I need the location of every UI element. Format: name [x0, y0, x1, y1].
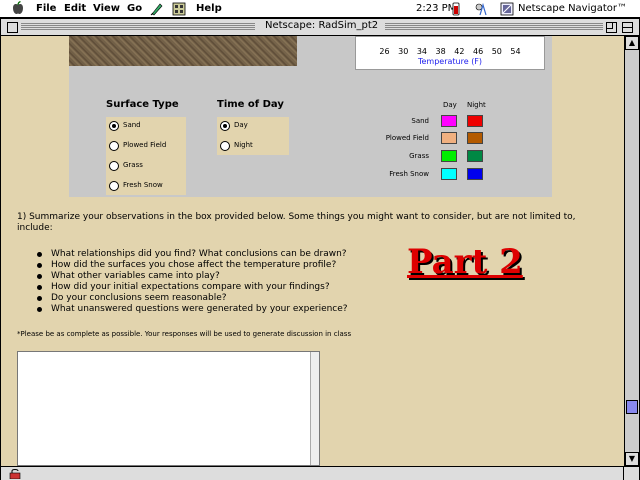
legend-label-grass: Grass: [409, 152, 429, 160]
app-switcher-label[interactable]: Netscape Navigator™: [518, 3, 627, 14]
list-item: Do your conclusions seem reasonable?: [37, 293, 348, 304]
radio-label: Grass: [123, 161, 143, 169]
list-item: What relationships did you find? What co…: [37, 249, 348, 260]
surface-type-title: Surface Type: [106, 99, 179, 110]
time-of-day-options: Day Night: [217, 117, 289, 155]
radio-label: Night: [234, 141, 253, 149]
page-content: 26 30 34 38 42 46 50 54 Temperature (F) …: [1, 36, 624, 466]
legend-swatch-fresh-snow-night: [467, 168, 483, 180]
radio-label: Fresh Snow: [123, 181, 163, 189]
radio-label: Sand: [123, 121, 141, 129]
legend-day-header: Day: [443, 101, 457, 109]
vertical-scrollbar[interactable]: ▲ ▼: [624, 36, 639, 466]
resize-grow-box[interactable]: [623, 467, 639, 480]
legend-swatch-grass-day: [441, 150, 457, 162]
menu-clock[interactable]: 2:23 PM: [416, 3, 456, 14]
legend-swatch-fresh-snow-day: [441, 168, 457, 180]
radio-button[interactable]: [109, 181, 119, 191]
pen-icon[interactable]: [150, 2, 164, 16]
scroll-down-arrow-icon[interactable]: ▼: [625, 452, 639, 466]
apple-menu-icon[interactable]: [12, 1, 24, 15]
browser-window: Netscape: RadSim_pt2 26 30 34 38 42 46 5…: [0, 18, 640, 480]
menu-file[interactable]: File: [36, 3, 56, 14]
zoom-box[interactable]: [606, 22, 617, 33]
legend-label-fresh-snow: Fresh Snow: [389, 170, 429, 178]
menu-help[interactable]: Help: [196, 3, 222, 14]
legend-swatch-grass-night: [467, 150, 483, 162]
list-item: How did the surfaces you chose affect th…: [37, 260, 348, 271]
question-text: 1) Summarize your observations in the bo…: [17, 212, 576, 233]
legend-swatch-sand-night: [467, 115, 483, 127]
temperature-scale-box: 26 30 34 38 42 46 50 54 Temperature (F): [355, 36, 545, 70]
window-title: Netscape: RadSim_pt2: [259, 20, 385, 31]
legend-night-header: Night: [467, 101, 486, 109]
bookmarks-icon[interactable]: [172, 2, 186, 16]
scroll-up-arrow-icon[interactable]: ▲: [625, 36, 639, 50]
temperature-scale-label: Temperature (F): [417, 57, 483, 66]
menu-view[interactable]: View: [93, 3, 120, 14]
menu-go[interactable]: Go: [127, 3, 142, 14]
radio-button[interactable]: [109, 141, 119, 151]
titlebar-stripes: [385, 23, 603, 31]
radio-label: Day: [234, 121, 248, 129]
legend-label-plowed-field: Plowed Field: [385, 134, 429, 142]
menu-bar: File Edit View Go Help 2:23 PM Netscape …: [0, 0, 640, 18]
titlebar-stripes: [21, 23, 255, 31]
list-item: What other variables came into play?: [37, 271, 348, 282]
scroll-thumb[interactable]: [626, 400, 638, 414]
legend-label-sand: Sand: [411, 117, 429, 125]
collapse-box[interactable]: [622, 22, 633, 33]
radio-button[interactable]: [109, 121, 119, 131]
response-textarea[interactable]: [17, 351, 320, 466]
radio-label: Plowed Field: [123, 141, 167, 149]
control-strip-icon[interactable]: [474, 2, 488, 16]
radio-button[interactable]: [220, 141, 230, 151]
battery-icon[interactable]: [452, 2, 460, 16]
list-item: How did your initial expectations compar…: [37, 282, 348, 293]
radio-button[interactable]: [220, 121, 230, 131]
surface-type-options: Sand Plowed Field Grass Fresh Snow: [106, 117, 186, 195]
terrain-photo: [69, 36, 297, 66]
status-bar: [1, 466, 639, 480]
temperature-scale-ticks: 26 30 34 38 42 46 50 54: [379, 47, 521, 56]
legend-swatch-plowed-field-day: [441, 132, 457, 144]
close-box[interactable]: [7, 22, 18, 33]
list-item: What unanswered questions were generated…: [37, 304, 348, 315]
response-scrollbar[interactable]: [310, 352, 319, 465]
simulation-panel: 26 30 34 38 42 46 50 54 Temperature (F) …: [69, 36, 552, 197]
completeness-note: *Please be as complete as possible. Your…: [17, 330, 352, 338]
netscape-app-icon[interactable]: [500, 2, 514, 16]
part-title: Part 2: [407, 242, 523, 282]
legend-swatch-sand-day: [441, 115, 457, 127]
security-lock-icon[interactable]: [9, 468, 21, 479]
legend-swatch-plowed-field-night: [467, 132, 483, 144]
consideration-list: What relationships did you find? What co…: [37, 249, 348, 315]
menu-edit[interactable]: Edit: [64, 3, 86, 14]
window-titlebar[interactable]: Netscape: RadSim_pt2: [1, 19, 639, 36]
radio-button[interactable]: [109, 161, 119, 171]
time-of-day-title: Time of Day: [217, 99, 284, 110]
